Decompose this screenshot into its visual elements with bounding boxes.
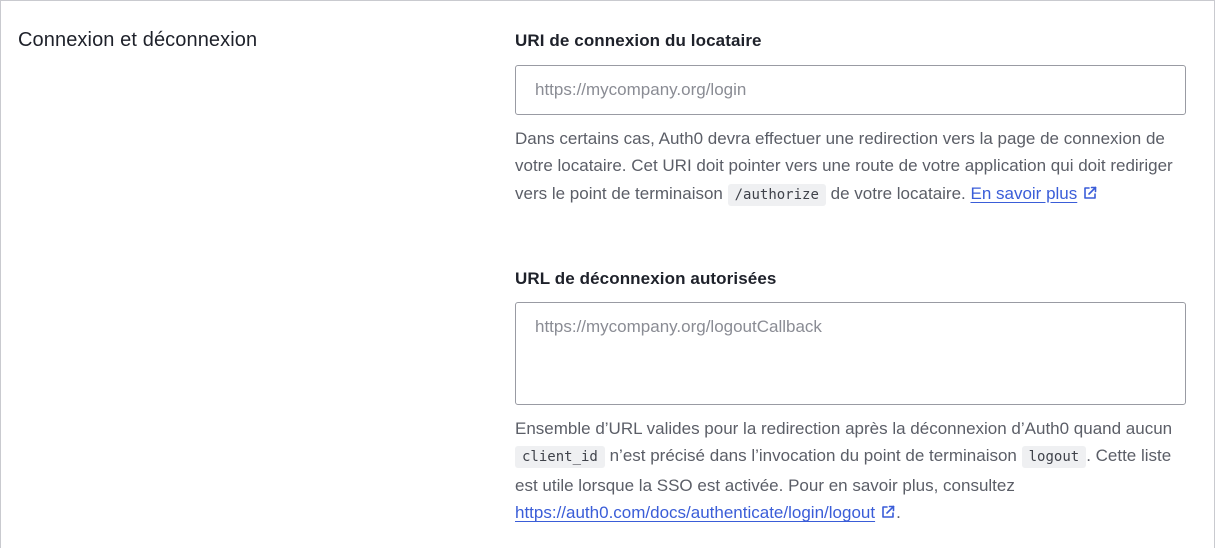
client-id-code: client_id bbox=[515, 446, 605, 469]
login-uri-help-text-2: de votre locataire. bbox=[825, 183, 971, 203]
learn-more-link-label: En savoir plus bbox=[970, 183, 1078, 203]
login-uri-help: Dans certains cas, Auth0 devra effectuer… bbox=[515, 125, 1186, 209]
logout-endpoint-code: logout bbox=[1021, 446, 1087, 469]
logout-docs-link[interactable]: https://auth0.com/docs/authenticate/logi… bbox=[515, 503, 875, 522]
external-link-icon[interactable] bbox=[880, 501, 896, 528]
login-uri-input[interactable] bbox=[515, 65, 1186, 115]
settings-panel: Connexion et déconnexion URI de connexio… bbox=[0, 0, 1215, 548]
logout-urls-label: URL de déconnexion autorisées bbox=[515, 269, 777, 288]
logout-urls-help: Ensemble d’URL valides pour la redirecti… bbox=[515, 415, 1186, 529]
logout-urls-textarea[interactable] bbox=[515, 302, 1186, 405]
logout-urls-help-text-2: n’est précisé dans l’invocation du point… bbox=[604, 446, 1022, 466]
logout-docs-link-label: https://auth0.com/docs/authenticate/logi… bbox=[515, 503, 876, 523]
login-uri-label: URI de connexion du locataire bbox=[515, 31, 762, 50]
section-title: Connexion et déconnexion bbox=[18, 29, 258, 51]
logout-urls-help-end: . bbox=[896, 503, 901, 523]
logout-urls-help-text-1: Ensemble d’URL valides pour la redirecti… bbox=[515, 419, 1173, 438]
external-link-icon[interactable] bbox=[1082, 182, 1098, 209]
learn-more-link[interactable]: En savoir plus bbox=[970, 184, 1077, 203]
authorize-endpoint-code: /authorize bbox=[727, 183, 826, 206]
